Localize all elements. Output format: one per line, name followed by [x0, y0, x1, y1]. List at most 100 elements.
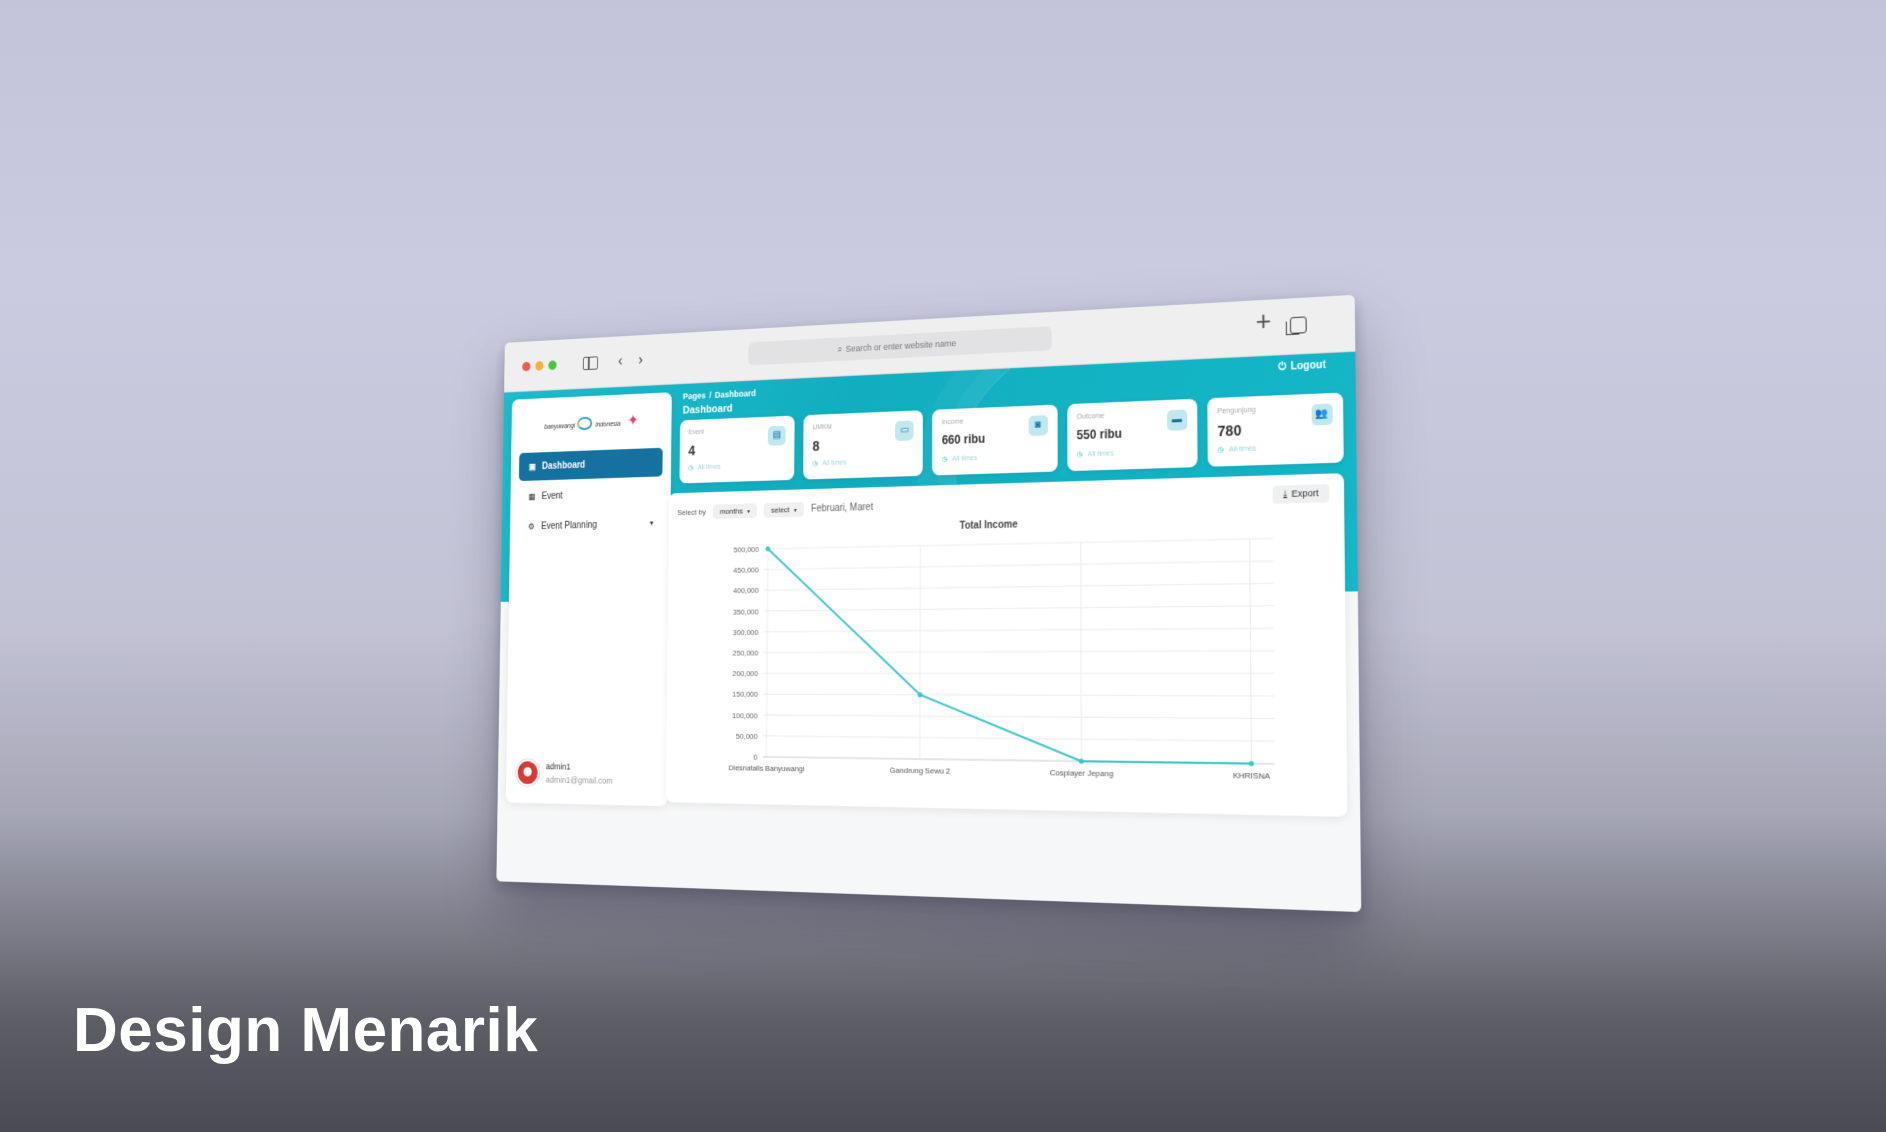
grid-line-horizontal: [764, 561, 1273, 570]
breadcrumb-current: Dashboard: [714, 388, 756, 400]
sidebar-item-label: Event Planning: [541, 520, 597, 532]
new-tab-icon[interactable]: +: [1256, 305, 1272, 337]
user-name: admin1: [545, 761, 571, 772]
browser-window: ‹ › ⌕ Search or enter website name + Page…: [496, 294, 1362, 913]
store-icon: ▭: [895, 420, 914, 441]
stat-footer: ◷ All times: [688, 463, 721, 472]
stat-card-umkm[interactable]: UMKM 8 ◷ All times ▭: [803, 410, 924, 480]
x-tick-label: KHRISNA: [1233, 771, 1271, 782]
stat-card-outcome[interactable]: Outcome 550 ribu ◷ All times ▬: [1066, 398, 1198, 472]
app: Pages / Dashboard Dashboard ⏻ Logout banyuw…: [496, 351, 1362, 913]
stat-footer-text: All times: [1087, 450, 1114, 459]
stat-footer: ◷ All times: [1218, 444, 1257, 454]
grid-line-horizontal: [764, 583, 1273, 590]
clock-icon: ◷: [1076, 451, 1083, 459]
back-icon[interactable]: ‹: [618, 349, 623, 372]
minimize-window-button[interactable]: [535, 361, 544, 371]
clock-icon: ◷: [1217, 446, 1224, 454]
avatar: [515, 759, 540, 787]
grid-line-horizontal: [764, 606, 1274, 611]
grid-line-horizontal: [763, 715, 1274, 718]
logo-swirl-icon: [577, 416, 593, 431]
x-tick-label: Diesnatalis Banyuwangi: [729, 763, 805, 773]
stat-label: Event: [688, 428, 705, 437]
user-profile[interactable]: admin1 admin1@gmail.com: [515, 757, 659, 792]
breadcrumb-root[interactable]: Pages: [683, 391, 706, 402]
y-tick-label: 350,000: [733, 607, 759, 616]
users-icon: 👥: [1311, 403, 1333, 426]
logout-button[interactable]: ⏻ Logout: [1278, 360, 1326, 374]
sidebar-item-label: Dashboard: [541, 460, 586, 472]
dashboard-icon: ▣: [528, 461, 536, 472]
y-tick-label: 400,000: [733, 586, 759, 595]
selected-months: Februari, Maret: [811, 501, 874, 515]
y-tick-label: 0: [753, 753, 757, 762]
clock-icon: ◷: [941, 456, 948, 464]
power-icon: ⏻: [1278, 361, 1287, 374]
y-tick-label: 150,000: [732, 690, 758, 699]
logout-label: Logout: [1290, 359, 1326, 373]
stat-card-event[interactable]: Event 4 ◷ All times ▤: [679, 415, 795, 484]
y-tick-label: 50,000: [736, 732, 758, 741]
download-icon: ⤓: [1283, 488, 1288, 500]
x-tick-label: Gandrung Sewu 2: [890, 765, 950, 775]
forward-icon[interactable]: ›: [638, 348, 643, 371]
select-by-label: Select by: [677, 507, 706, 517]
stat-footer-text: All times: [952, 454, 978, 463]
stat-value: 550 ribu: [1076, 426, 1122, 443]
grid-line-horizontal: [764, 538, 1273, 548]
y-tick-label: 500,000: [734, 545, 760, 555]
grid-line-vertical: [920, 546, 921, 759]
planning-icon: ⚙: [527, 521, 535, 532]
period-select[interactable]: months ▾: [712, 502, 757, 519]
stat-label: UMKM: [812, 423, 832, 432]
income-line-chart: 500,000 450,000 400,000 350,000 300,000 250,0…: [729, 529, 1317, 782]
search-icon: ⌕: [837, 344, 843, 355]
calendar-icon: ▤: [767, 425, 786, 446]
page-title: Dashboard: [682, 402, 733, 417]
wallet-icon: ▬: [1166, 409, 1188, 431]
stat-value: 4: [688, 442, 696, 459]
stat-card-income[interactable]: Income 660 ribu ◷ All times ◙: [932, 404, 1058, 476]
stat-label: Pengunjung: [1217, 406, 1256, 416]
url-bar[interactable]: ⌕ Search or enter website name: [748, 326, 1052, 366]
month-select[interactable]: select ▾: [763, 501, 804, 518]
grid-line-horizontal: [763, 736, 1275, 741]
clock-icon: ◷: [688, 464, 694, 472]
stat-value: 660 ribu: [941, 431, 986, 448]
sidebar-item-event-planning[interactable]: ⚙ Event Planning ▾: [518, 509, 662, 541]
y-tick-label: 200,000: [732, 669, 758, 678]
grid-line-horizontal: [764, 628, 1274, 631]
sidebar-toggle-icon[interactable]: [582, 356, 599, 371]
scene: ‹ › ⌕ Search or enter website name + Page…: [0, 0, 1886, 1132]
breadcrumb: Pages / Dashboard: [683, 388, 756, 401]
logo-indonesia: indonesia: [595, 421, 621, 429]
export-label: Export: [1291, 487, 1319, 499]
maximize-window-button[interactable]: [548, 360, 557, 371]
grid-line-horizontal: [763, 694, 1274, 696]
y-tick-label: 250,000: [733, 648, 759, 657]
stat-value: 780: [1217, 421, 1242, 440]
x-tick-label: Cosplayer Jepang: [1050, 768, 1114, 779]
month-select-value: select: [770, 504, 790, 515]
user-email: admin1@gmail.com: [545, 774, 613, 786]
export-button[interactable]: ⤓ Export: [1272, 484, 1330, 504]
stat-value: 8: [812, 437, 820, 454]
stat-footer-text: All times: [822, 459, 847, 468]
sidebar: banyuwangi indonesia ✦ ▣ Dashboard ▦ Event…: [505, 392, 672, 807]
stat-card-pengunjung[interactable]: Pengunjung 780 ◷ All times 👥: [1207, 392, 1344, 467]
data-point: [1078, 758, 1084, 764]
stat-label: Income: [941, 418, 964, 427]
sidebar-item-dashboard[interactable]: ▣ Dashboard: [518, 447, 663, 482]
stat-footer: ◷ All times: [1077, 449, 1114, 458]
stat-footer: ◷ All times: [942, 454, 977, 463]
logo-wonderful-indonesia-icon: ✦: [627, 412, 639, 430]
chevron-down-icon: ▾: [649, 518, 654, 528]
tabs-overview-icon[interactable]: [1289, 316, 1307, 334]
close-window-button[interactable]: [522, 361, 531, 372]
sidebar-item-event[interactable]: ▦ Event: [518, 478, 662, 511]
breadcrumb-separator: /: [709, 390, 712, 401]
calendar-icon: ▦: [528, 491, 536, 502]
stat-footer: ◷ All times: [812, 459, 846, 468]
y-tick-label: 300,000: [733, 628, 759, 637]
